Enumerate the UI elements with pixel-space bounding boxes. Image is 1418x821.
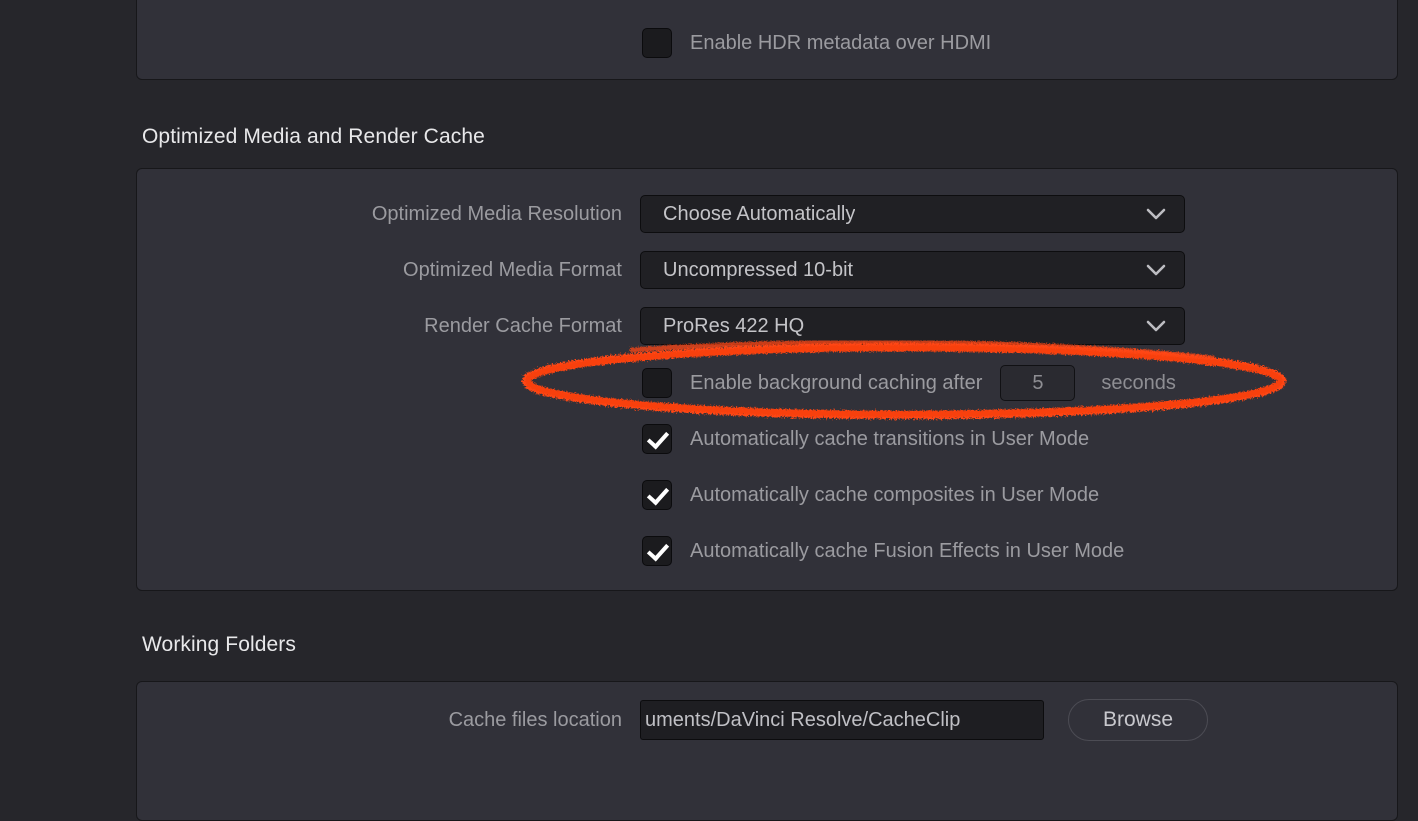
section-heading-optimized-media: Optimized Media and Render Cache: [142, 125, 485, 148]
checkbox-row-cache-fusion-effects[interactable]: Automatically cache Fusion Effects in Us…: [642, 535, 1124, 567]
cache-fusion-effects-checkbox[interactable]: [642, 536, 672, 566]
row-optimized-media-resolution: Optimized Media Resolution Choose Automa…: [140, 195, 1185, 233]
background-caching-seconds-unit-label: seconds: [1101, 371, 1176, 394]
chevron-down-icon: [1146, 208, 1166, 220]
row-optimized-media-format: Optimized Media Format Uncompressed 10-b…: [140, 251, 1185, 289]
cache-files-location-input[interactable]: uments/DaVinci Resolve/CacheClip: [640, 700, 1044, 740]
cache-transitions-checkbox[interactable]: [642, 424, 672, 454]
checkbox-row-enable-hdr-metadata[interactable]: Enable HDR metadata over HDMI: [642, 27, 991, 59]
render-cache-format-label: Render Cache Format: [424, 314, 622, 337]
settings-screen: Enable HDR metadata over HDMI Optimized …: [0, 0, 1418, 821]
checkbox-row-cache-transitions[interactable]: Automatically cache transitions in User …: [642, 423, 1089, 455]
section-heading-working-folders: Working Folders: [142, 633, 296, 656]
optimized-media-format-value: Uncompressed 10-bit: [663, 258, 854, 281]
render-cache-format-value: ProRes 422 HQ: [663, 314, 805, 337]
cache-fusion-effects-label: Automatically cache Fusion Effects in Us…: [690, 539, 1125, 562]
optimized-media-resolution-value: Choose Automatically: [663, 202, 856, 225]
background-caching-seconds-input[interactable]: 5: [1000, 365, 1076, 401]
render-cache-format-dropdown[interactable]: ProRes 422 HQ: [640, 307, 1185, 345]
optimized-media-resolution-dropdown[interactable]: Choose Automatically: [640, 195, 1185, 233]
row-render-cache-format: Render Cache Format ProRes 422 HQ: [140, 307, 1185, 345]
enable-hdr-metadata-checkbox[interactable]: [642, 28, 672, 58]
cache-composites-label: Automatically cache composites in User M…: [690, 483, 1100, 506]
checkbox-row-cache-composites[interactable]: Automatically cache composites in User M…: [642, 479, 1099, 511]
optimized-media-format-dropdown[interactable]: Uncompressed 10-bit: [640, 251, 1185, 289]
chevron-down-icon: [1146, 264, 1166, 276]
enable-hdr-metadata-label: Enable HDR metadata over HDMI: [690, 31, 992, 54]
enable-background-caching-checkbox[interactable]: [642, 368, 672, 398]
chevron-down-icon: [1146, 320, 1166, 332]
optimized-media-resolution-label: Optimized Media Resolution: [371, 202, 622, 225]
cache-transitions-label: Automatically cache transitions in User …: [690, 427, 1090, 450]
checkbox-row-enable-background-caching[interactable]: Enable background caching after 5 second…: [642, 365, 1176, 401]
enable-background-caching-label: Enable background caching after: [690, 371, 983, 394]
cache-composites-checkbox[interactable]: [642, 480, 672, 510]
optimized-media-format-label: Optimized Media Format: [403, 258, 622, 281]
cache-files-browse-button[interactable]: Browse: [1068, 699, 1208, 741]
cache-files-location-label: Cache files location: [448, 708, 622, 731]
